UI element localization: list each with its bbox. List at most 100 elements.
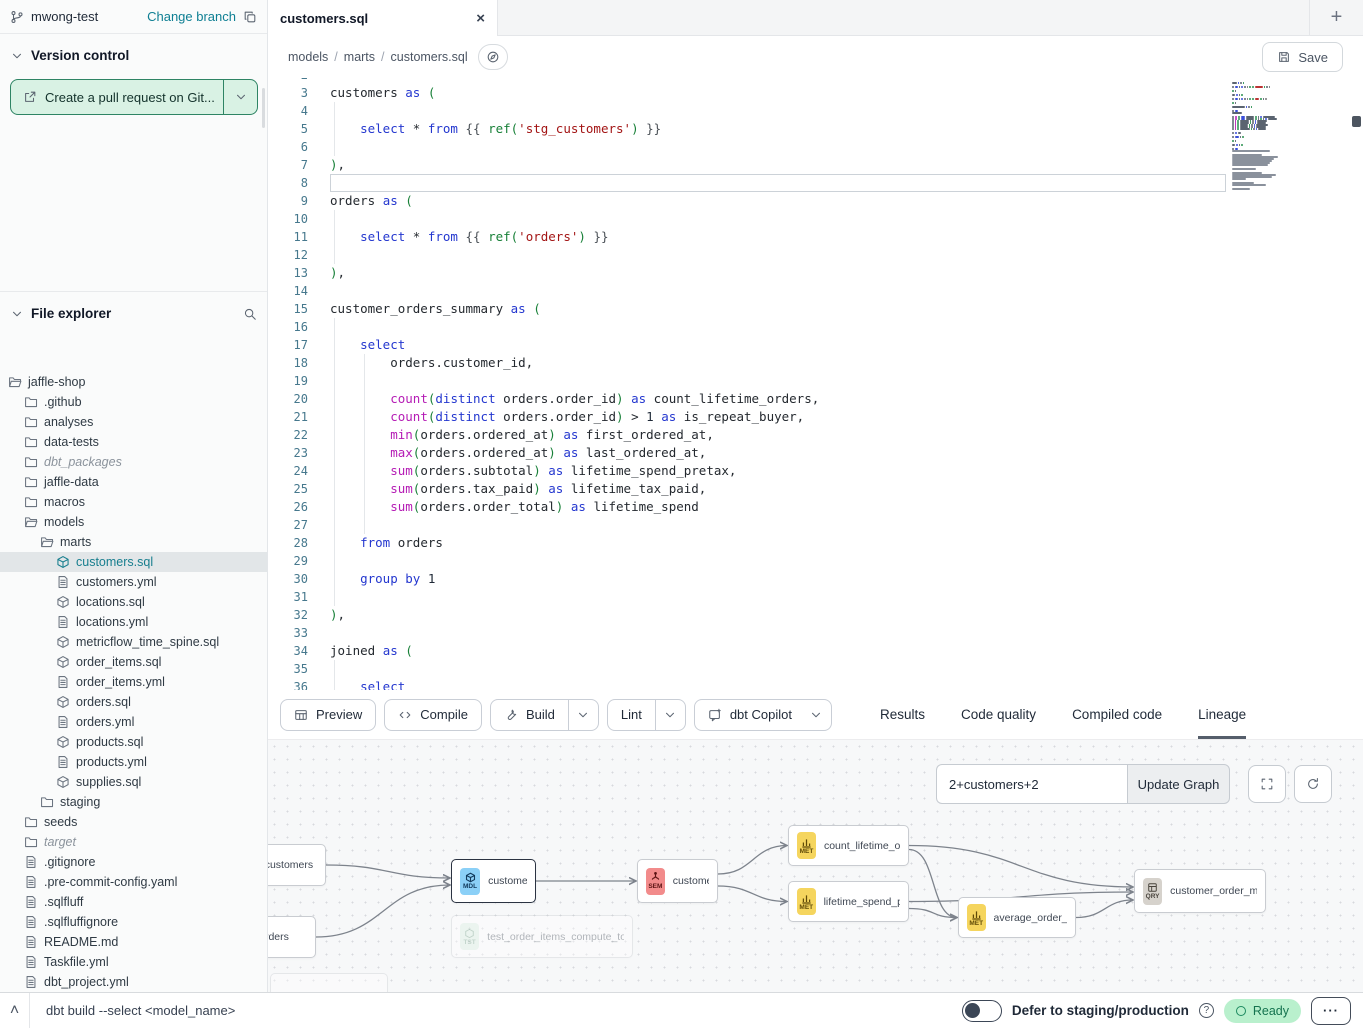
- minimap[interactable]: [1232, 78, 1322, 190]
- code-line-20[interactable]: 20 count(distinct orders.order_id) as co…: [268, 390, 1363, 408]
- save-button[interactable]: Save: [1262, 42, 1343, 72]
- help-icon[interactable]: ?: [1199, 1003, 1214, 1018]
- file-tree-item-dbt-packages[interactable]: dbt_packages: [0, 452, 267, 472]
- tab-lineage[interactable]: Lineage: [1198, 690, 1246, 739]
- file-tree-item-jaffle-shop[interactable]: jaffle-shop: [0, 372, 267, 392]
- lineage-node-lifetime_spend_pretax[interactable]: METlifetime_spend_pretax: [788, 881, 909, 922]
- code-line-16[interactable]: 16: [268, 318, 1363, 336]
- code-line-27[interactable]: 27: [268, 516, 1363, 534]
- code-lines[interactable]: 23customers as (45 select * from {{ ref(…: [268, 78, 1363, 690]
- lineage-node-count_lifetime_orders[interactable]: METcount_lifetime_orders: [788, 825, 909, 866]
- file-tree-item--gitignore[interactable]: .gitignore: [0, 852, 267, 872]
- file-tree-item-jaffle-data[interactable]: jaffle-data: [0, 472, 267, 492]
- update-graph-button[interactable]: Update Graph: [1127, 764, 1230, 804]
- code-line-12[interactable]: 12: [268, 246, 1363, 264]
- file-tree-item-dbt-project-yml[interactable]: dbt_project.yml: [0, 972, 267, 992]
- lineage-node-test_order_items[interactable]: TSTtest_order_items_compute_to_bools...: [451, 915, 633, 958]
- file-tree-item-macros[interactable]: macros: [0, 492, 267, 512]
- code-line-26[interactable]: 26 sum(orders.order_total) as lifetime_s…: [268, 498, 1363, 516]
- chevron-down-icon[interactable]: [655, 700, 685, 730]
- code-line-23[interactable]: 23 max(orders.ordered_at) as last_ordere…: [268, 444, 1363, 462]
- code-line-29[interactable]: 29: [268, 552, 1363, 570]
- code-line-19[interactable]: 19: [268, 372, 1363, 390]
- file-tree-item-target[interactable]: target: [0, 832, 267, 852]
- file-tree-item--sqlfluff[interactable]: .sqlfluff: [0, 892, 267, 912]
- code-line-28[interactable]: 28 from orders: [268, 534, 1363, 552]
- tab-compiled-code[interactable]: Compiled code: [1072, 690, 1162, 739]
- code-line-8[interactable]: 8: [268, 174, 1363, 192]
- chevron-down-icon[interactable]: [568, 700, 598, 730]
- breadcrumb-item[interactable]: models: [288, 50, 328, 64]
- close-tab-icon[interactable]: ×: [476, 10, 485, 27]
- search-icon[interactable]: [243, 307, 257, 321]
- code-line-3[interactable]: 3customers as (: [268, 84, 1363, 102]
- lineage-node-customer_order_metrics[interactable]: QRYcustomer_order_metrics: [1134, 869, 1266, 913]
- code-line-33[interactable]: 33: [268, 624, 1363, 642]
- code-line-36[interactable]: 36 select: [268, 678, 1363, 690]
- code-line-14[interactable]: 14: [268, 282, 1363, 300]
- code-line-25[interactable]: 25 sum(orders.tax_paid) as lifetime_tax_…: [268, 480, 1363, 498]
- fullscreen-button[interactable]: [1248, 765, 1286, 803]
- file-tree-item-orders-sql[interactable]: orders.sql: [0, 692, 267, 712]
- chevron-down-icon[interactable]: [805, 700, 831, 730]
- breadcrumb-item[interactable]: customers.sql: [391, 50, 468, 64]
- lineage-node-customers_semantic[interactable]: SEMcustomers: [637, 859, 718, 903]
- create-pull-request-button[interactable]: Create a pull request on Git...: [10, 79, 258, 115]
- code-line-6[interactable]: 6: [268, 138, 1363, 156]
- file-tree-item-locations-sql[interactable]: locations.sql: [0, 592, 267, 612]
- code-line-17[interactable]: 17 select: [268, 336, 1363, 354]
- version-control-header[interactable]: Version control: [0, 34, 267, 73]
- file-tree-item--github[interactable]: .github: [0, 392, 267, 412]
- code-line-22[interactable]: 22 min(orders.ordered_at) as first_order…: [268, 426, 1363, 444]
- copy-icon[interactable]: [243, 10, 257, 24]
- compile-button[interactable]: Compile: [384, 699, 482, 731]
- code-line-10[interactable]: 10: [268, 210, 1363, 228]
- file-explorer-header[interactable]: File explorer: [0, 291, 267, 331]
- file-tree-item-orders-yml[interactable]: orders.yml: [0, 712, 267, 732]
- file-tree-item-staging[interactable]: staging: [0, 792, 267, 812]
- file-tree-item-products-yml[interactable]: products.yml: [0, 752, 267, 772]
- code-line-4[interactable]: 4: [268, 102, 1363, 120]
- code-line-7[interactable]: 7),: [268, 156, 1363, 174]
- file-tree-item-customers-yml[interactable]: customers.yml: [0, 572, 267, 592]
- expand-command-bar-button[interactable]: ˄: [0, 993, 30, 1028]
- code-line-35[interactable]: 35: [268, 660, 1363, 678]
- code-line-30[interactable]: 30 group by 1: [268, 570, 1363, 588]
- file-tree-item-order-items-yml[interactable]: order_items.yml: [0, 672, 267, 692]
- pr-button-caret[interactable]: [223, 80, 257, 114]
- file-tree-item-order-items-sql[interactable]: order_items.sql: [0, 652, 267, 672]
- code-line-32[interactable]: 32),: [268, 606, 1363, 624]
- code-line-9[interactable]: 9orders as (: [268, 192, 1363, 210]
- lineage-node-customers_model[interactable]: MDLcustomers: [451, 859, 536, 903]
- refresh-button[interactable]: [1294, 765, 1332, 803]
- build-button[interactable]: Build: [490, 699, 599, 731]
- file-tree-item-marts[interactable]: marts: [0, 532, 267, 552]
- file-tree-item-metricflow-time-spine-sql[interactable]: metricflow_time_spine.sql: [0, 632, 267, 652]
- file-tree-item-products-sql[interactable]: products.sql: [0, 732, 267, 752]
- breadcrumb-item[interactable]: marts: [344, 50, 375, 64]
- explore-lineage-button[interactable]: [478, 44, 508, 70]
- code-line-15[interactable]: 15customer_orders_summary as (: [268, 300, 1363, 318]
- tab-code-quality[interactable]: Code quality: [961, 690, 1036, 739]
- file-tree-item-customers-sql[interactable]: customers.sql: [0, 552, 267, 572]
- code-line-13[interactable]: 13),: [268, 264, 1363, 282]
- lineage-node-partial_node[interactable]: [270, 973, 388, 992]
- file-tree-item-locations-yml[interactable]: locations.yml: [0, 612, 267, 632]
- file-tree-item--sqlfluffignore[interactable]: .sqlfluffignore: [0, 912, 267, 932]
- preview-button[interactable]: Preview: [280, 699, 376, 731]
- code-line-18[interactable]: 18 orders.customer_id,: [268, 354, 1363, 372]
- file-tree-item-data-tests[interactable]: data-tests: [0, 432, 267, 452]
- code-line-24[interactable]: 24 sum(orders.subtotal) as lifetime_spen…: [268, 462, 1363, 480]
- defer-toggle[interactable]: [962, 1000, 1002, 1022]
- file-tree-item-analyses[interactable]: analyses: [0, 412, 267, 432]
- code-line-34[interactable]: 34joined as (: [268, 642, 1363, 660]
- change-branch-link[interactable]: Change branch: [147, 9, 236, 24]
- lineage-selector-input[interactable]: [936, 764, 1127, 804]
- file-tree-item-taskfile-yml[interactable]: Taskfile.yml: [0, 952, 267, 972]
- code-line-21[interactable]: 21 count(distinct orders.order_id) > 1 a…: [268, 408, 1363, 426]
- scrollbar-thumb[interactable]: [1352, 116, 1361, 127]
- file-tree-item-readme-md[interactable]: README.md: [0, 932, 267, 952]
- code-line-11[interactable]: 11 select * from {{ ref('orders') }}: [268, 228, 1363, 246]
- sidebar-scrollbar[interactable]: [262, 88, 265, 128]
- code-line-31[interactable]: 31: [268, 588, 1363, 606]
